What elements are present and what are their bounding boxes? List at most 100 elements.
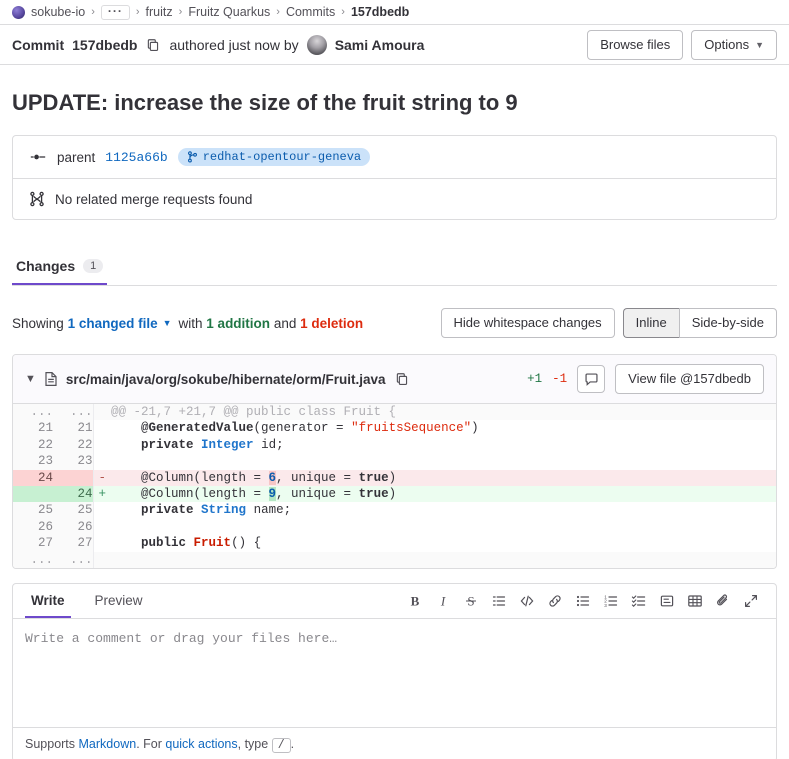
diff-line-sign bbox=[93, 404, 111, 421]
parent-sha-link[interactable]: 1125a66b bbox=[105, 150, 167, 165]
diff-line-sign bbox=[93, 453, 111, 469]
showing-label: Showing bbox=[12, 315, 64, 331]
collapsible-section-icon[interactable] bbox=[654, 588, 680, 614]
diff-row-del[interactable]: 24 - @Column(length = 6, unique = true) bbox=[13, 469, 776, 486]
diff-line-number-new bbox=[53, 469, 94, 486]
diff-line-code bbox=[111, 453, 776, 469]
branch-icon bbox=[187, 151, 198, 163]
diff-line-code: @Column(length = 6, unique = true) bbox=[111, 469, 776, 486]
strikethrough-icon[interactable]: S bbox=[458, 588, 484, 614]
diff-line-sign: - bbox=[93, 469, 111, 486]
attach-file-icon[interactable] bbox=[710, 588, 736, 614]
file-icon bbox=[44, 371, 58, 387]
copy-icon[interactable] bbox=[394, 371, 410, 387]
svg-text:3: 3 bbox=[604, 603, 607, 608]
italic-icon[interactable]: I bbox=[430, 588, 456, 614]
and-label: and bbox=[273, 315, 297, 331]
quick-actions-link[interactable]: quick actions bbox=[165, 737, 237, 751]
diff-stat-added: +1 bbox=[527, 372, 543, 386]
supports-label: Supports bbox=[25, 736, 76, 751]
slash-key-hint: / bbox=[271, 737, 291, 753]
diff-row-ctx[interactable]: 25 25 private String name; bbox=[13, 502, 776, 519]
diff-line-number-new: ... bbox=[53, 404, 94, 421]
copy-icon[interactable] bbox=[145, 37, 161, 53]
code-icon[interactable] bbox=[514, 588, 540, 614]
additions-count: 1 addition bbox=[206, 315, 271, 331]
for-label: . For bbox=[136, 736, 162, 751]
bold-icon[interactable]: B bbox=[402, 588, 428, 614]
svg-text:I: I bbox=[440, 593, 446, 608]
breadcrumb-item-fruitz[interactable]: fruitz bbox=[146, 5, 173, 19]
browse-files-button[interactable]: Browse files bbox=[587, 29, 684, 60]
table-icon[interactable] bbox=[682, 588, 708, 614]
diff-line-code: private Integer id; bbox=[141, 437, 284, 452]
file-path[interactable]: src/main/java/org/sokube/hibernate/orm/F… bbox=[66, 372, 386, 387]
diff-line-number-old: 23 bbox=[13, 453, 53, 470]
comment-icon[interactable] bbox=[577, 365, 606, 393]
breadcrumb-current-sha: 157dbedb bbox=[350, 5, 410, 19]
changed-files-dropdown[interactable]: 1 changed file bbox=[68, 316, 158, 331]
quote-icon[interactable] bbox=[486, 588, 512, 614]
comment-input[interactable]: Write a comment or drag your files here… bbox=[13, 619, 776, 727]
breadcrumb-separator: › bbox=[276, 6, 280, 18]
markdown-link[interactable]: Markdown bbox=[79, 737, 137, 751]
diff-line-sign bbox=[93, 551, 111, 568]
diff-row-meta[interactable]: ...... @@ -21,7 +21,7 @@ public class Fru… bbox=[13, 404, 776, 421]
tab-changes[interactable]: Changes 1 bbox=[12, 248, 108, 285]
tab-write[interactable]: Write bbox=[25, 584, 71, 618]
diff-file: ▼ src/main/java/org/sokube/hibernate/orm… bbox=[12, 354, 777, 569]
hide-whitespace-button[interactable]: Hide whitespace changes bbox=[440, 308, 615, 338]
svg-text:B: B bbox=[411, 593, 420, 608]
link-icon[interactable] bbox=[542, 588, 568, 614]
diff-line-number-new: 25 bbox=[53, 502, 94, 519]
bullet-list-icon[interactable] bbox=[570, 588, 596, 614]
branch-badge[interactable]: redhat-opentour-geneva bbox=[177, 148, 371, 166]
diff-row-meta[interactable]: ...... bbox=[13, 551, 776, 568]
tab-preview[interactable]: Preview bbox=[89, 584, 149, 618]
diff-row-ctx[interactable]: 21 21 @GeneratedValue(generator = "fruits… bbox=[13, 420, 776, 437]
diff-row-add[interactable]: 24 + @Column(length = 9, unique = true) bbox=[13, 485, 776, 503]
diff-line-number-old: 21 bbox=[13, 420, 53, 437]
breadcrumb-ellipsis-button[interactable]: ··· bbox=[100, 4, 130, 20]
diff-row-ctx[interactable]: 26 26 bbox=[13, 518, 776, 536]
diff-line-number-old: 24 bbox=[13, 469, 53, 486]
breadcrumb-separator: › bbox=[178, 6, 183, 18]
chevron-down-icon[interactable]: ▼ bbox=[163, 318, 172, 328]
numbered-list-icon[interactable]: 123 bbox=[598, 588, 624, 614]
fullscreen-icon[interactable] bbox=[738, 588, 764, 614]
diff-row-ctx[interactable]: 23 23 bbox=[13, 453, 776, 470]
breadcrumb-separator: › bbox=[91, 6, 95, 18]
breadcrumb-item-commits[interactable]: Commits bbox=[286, 5, 335, 19]
with-label: with bbox=[178, 315, 203, 331]
side-by-side-view-button[interactable]: Side-by-side bbox=[678, 308, 777, 338]
diff-line-sign bbox=[93, 420, 111, 436]
author-name-link[interactable]: Sami Amoura bbox=[335, 37, 425, 53]
page-title: UPDATE: increase the size of the fruit s… bbox=[12, 90, 518, 115]
diff-row-ctx[interactable]: 22 22 private Integer id; bbox=[13, 436, 776, 454]
diff-line-number-new: 27 bbox=[53, 535, 94, 552]
diff-line-number-new: 23 bbox=[53, 453, 94, 470]
comment-editor-tabs: Write Preview B IS 123 bbox=[13, 584, 776, 619]
diff-line-number-new: 26 bbox=[53, 518, 94, 536]
task-list-icon[interactable] bbox=[626, 588, 652, 614]
inline-view-button[interactable]: Inline bbox=[622, 308, 679, 338]
diff-line-code bbox=[111, 551, 776, 568]
commit-info-card: parent 1125a66b redhat-opentour-geneva N… bbox=[12, 135, 777, 220]
breadcrumb-item-namespace[interactable]: sokube-io bbox=[31, 5, 85, 19]
commit-header-actions: Browse files Options ▼ bbox=[587, 29, 777, 60]
diff-line-sign: + bbox=[93, 485, 111, 503]
breadcrumb-separator: › bbox=[341, 6, 345, 18]
diff-line-code: @Column(length = 9, unique = true) bbox=[111, 485, 776, 503]
options-button[interactable]: Options ▼ bbox=[691, 29, 777, 60]
view-file-button[interactable]: View file @157dbedb bbox=[615, 364, 764, 394]
breadcrumb-item-project[interactable]: Fruitz Quarkus bbox=[188, 5, 270, 19]
breadcrumb-separator: › bbox=[135, 6, 140, 18]
diff-row-ctx[interactable]: 27 27 public Fruit() { bbox=[13, 535, 776, 552]
diff-rows: ...... @@ -21,7 +21,7 @@ public class Fru… bbox=[13, 404, 776, 568]
diff-line-code: private String name; bbox=[141, 503, 292, 518]
diff-line-number-new: 24 bbox=[53, 485, 94, 503]
chevron-down-icon[interactable]: ▼ bbox=[25, 373, 36, 385]
diff-table: ...... @@ -21,7 +21,7 @@ public class Fru… bbox=[13, 404, 776, 568]
avatar[interactable] bbox=[306, 34, 327, 55]
commit-header: Commit 157dbedb authored just now by Sam… bbox=[0, 25, 789, 65]
